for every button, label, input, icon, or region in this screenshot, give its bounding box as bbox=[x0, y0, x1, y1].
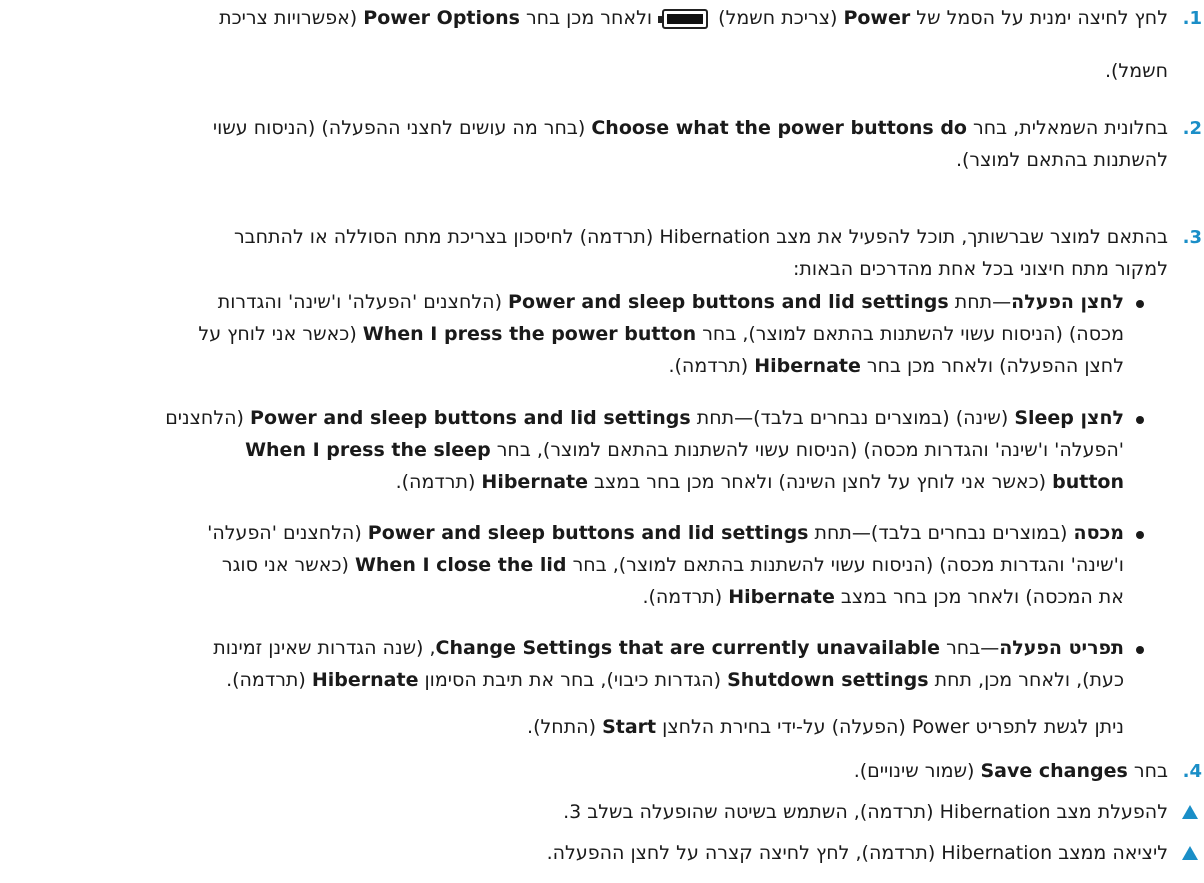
step-number: 4. bbox=[1182, 761, 1202, 782]
bullet-text-line: 'הפעלה' ו'שינה' והגדרות מכסה) (הניסוח עש… bbox=[245, 439, 1124, 461]
step-text-line: בחר Save changes (שמור שינויים). bbox=[853, 760, 1168, 782]
bullet-text-line: כעת), ולאחר מכן, תחת Shutdown settings (… bbox=[226, 669, 1124, 691]
bullet-text-line: ו'שינה' והגדרות מכסה) (הניסוח עשוי להשתנ… bbox=[221, 554, 1124, 576]
bullet-dot bbox=[1136, 416, 1144, 424]
triangle-icon bbox=[1182, 846, 1198, 860]
step-number: 1. bbox=[1182, 8, 1202, 29]
step-text-line: להשתנות בהתאם למוצר). bbox=[955, 149, 1168, 171]
step-text-line: בחלונית השמאלית, בחר Choose what the pow… bbox=[212, 117, 1168, 139]
battery-icon bbox=[658, 8, 709, 29]
bullet-dot bbox=[1136, 531, 1144, 539]
bullet-dot bbox=[1136, 646, 1144, 654]
note-text: ניתן לגשת לתפריט Power (הפעלה) על-ידי בח… bbox=[527, 716, 1124, 738]
bullet-text-line: לחצן ההפעלה) ולאחר מכן בחר Hibernate (תר… bbox=[668, 355, 1124, 377]
bullet-text-line: תפריט הפעלה—בחר Change Settings that are… bbox=[213, 637, 1124, 659]
step-text-line: בהתאם למוצר שברשותך, תוכל להפעיל את מצב … bbox=[233, 226, 1168, 248]
document-page: 1. לחץ לחיצה ימנית על הסמל של Power (צרי… bbox=[0, 0, 1204, 883]
step-text-line: לחץ לחיצה ימנית על הסמל של Power (צריכת … bbox=[219, 7, 1168, 29]
bullet-text-line: לחצן Sleep (שינה) (במוצרים נבחרים בלבד)—… bbox=[165, 407, 1124, 429]
step-number: 2. bbox=[1182, 118, 1202, 139]
step-number: 3. bbox=[1182, 227, 1202, 248]
triangle-icon bbox=[1182, 805, 1198, 819]
bullet-text-line: מכסה (במוצרים נבחרים בלבד)—תחת Power and… bbox=[207, 522, 1124, 544]
tip-text: ליציאה ממצב Hibernation (תרדמה), לחץ לחי… bbox=[546, 842, 1168, 864]
bullet-text-line: את המכסה) ולאחר מכן בחר במצב Hibernate (… bbox=[642, 586, 1124, 608]
step-text-line: למקור מתח חיצוני בכל אחת מהדרכים הבאות: bbox=[792, 258, 1168, 280]
bullet-dot bbox=[1136, 300, 1144, 308]
step-text-line: חשמל). bbox=[1104, 60, 1168, 82]
bullet-text-line: לחצן הפעלה—תחת Power and sleep buttons a… bbox=[217, 291, 1124, 313]
tip-text: להפעלת מצב Hibernation (תרדמה), השתמש בש… bbox=[563, 801, 1168, 823]
bullet-text-line: button (כאשר אני לוחץ על לחצן השינה) ולא… bbox=[395, 471, 1124, 493]
bullet-text-line: מכסה) (הניסוח עשוי להשתנות בהתאם למוצר),… bbox=[198, 323, 1124, 345]
